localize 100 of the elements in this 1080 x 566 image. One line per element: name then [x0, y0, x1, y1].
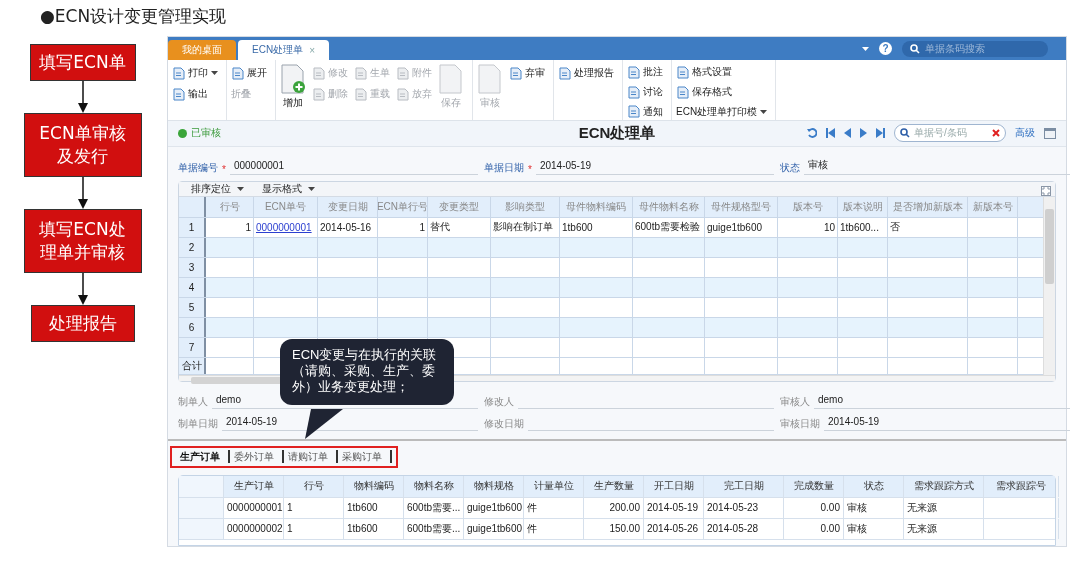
record-link[interactable]: 0000000001 — [256, 221, 312, 233]
input-field[interactable]: demo — [814, 393, 1070, 409]
help-icon[interactable]: ? — [879, 42, 892, 55]
page-icon — [312, 66, 325, 80]
input-field[interactable]: 审核 — [804, 157, 1070, 175]
next-icon[interactable] — [860, 128, 867, 139]
table-cell: 600tb需要... — [407, 521, 461, 536]
column-header[interactable]: 生产数量 — [584, 475, 644, 497]
column-header[interactable]: 开工日期 — [644, 475, 704, 497]
table-cell: 1 — [419, 221, 425, 233]
toolbar-button[interactable]: 批注 — [627, 64, 663, 81]
refresh-icon[interactable] — [807, 128, 817, 139]
order-tab[interactable]: 委外订单 — [230, 450, 284, 464]
flow-step: 处理报告 — [30, 305, 135, 342]
column-header[interactable]: 完工日期 — [704, 475, 784, 497]
toolbar-button[interactable]: 通知 — [627, 103, 663, 120]
caret-icon — [211, 71, 218, 75]
last-page-icon[interactable] — [876, 128, 885, 139]
caret-icon — [760, 109, 768, 114]
column-header[interactable]: 物料规格 — [464, 475, 524, 497]
callout-tooltip: ECN变更与在执行的关联（请购、采购、生产、委外）业务变更处理； — [280, 339, 454, 405]
table-cell: 600tb需要检验 — [635, 220, 701, 235]
column-header[interactable]: 物料编码 — [344, 475, 404, 497]
caret-icon — [237, 186, 244, 191]
toolbar-button[interactable]: 处理报告 — [558, 64, 614, 82]
column-header[interactable]: 生产订单 — [224, 475, 284, 497]
page-icon — [172, 66, 185, 80]
toolbar-button[interactable]: 讨论 — [627, 83, 663, 101]
table-cell: 2014-05-16 — [320, 221, 372, 233]
field-label: 状态 — [780, 160, 800, 175]
table-cell: 0.00 — [820, 523, 840, 535]
flow-step: 填写ECN处理单并审核 — [23, 209, 142, 273]
field-label: 审核日期 — [780, 416, 820, 431]
table-cell: 200.00 — [609, 502, 640, 514]
order-tab[interactable]: 请购订单 — [284, 450, 338, 464]
first-page-icon[interactable] — [826, 128, 835, 139]
arrow-icon — [77, 81, 88, 113]
table-cell: 1tb600 — [347, 523, 378, 535]
slide-title: ●ECN设计变更管理实现 — [39, 5, 228, 28]
table-cell: 件 — [527, 521, 537, 536]
table-cell: 1tb600... — [840, 221, 879, 233]
arrow-icon — [77, 273, 88, 305]
page-icon — [354, 66, 367, 80]
table-cell: 无来源 — [907, 521, 937, 536]
table-cell: 0000000001 — [227, 502, 283, 514]
page-icon — [676, 85, 689, 99]
page-icon — [477, 64, 503, 94]
column-header[interactable]: 需求跟踪号 — [984, 475, 1059, 497]
toolbar-button[interactable]: 展开 — [231, 64, 267, 82]
clear-icon[interactable] — [992, 129, 1000, 138]
table-cell: 10 — [823, 221, 835, 233]
expand-icon[interactable] — [1041, 185, 1051, 196]
window-tab[interactable]: ECN处理单 × — [238, 40, 329, 60]
order-tab[interactable]: 生产订单 — [176, 450, 230, 464]
table-cell: 0000000002 — [227, 523, 283, 535]
table-cell: 件 — [527, 500, 537, 515]
advanced-link[interactable]: 高级 — [1015, 126, 1035, 141]
field-label: 修改人 — [484, 394, 514, 409]
toolbar-button[interactable]: 增加 — [280, 64, 306, 114]
table-cell: 审核 — [847, 500, 867, 515]
scrollbar[interactable] — [1043, 196, 1055, 375]
search-icon — [910, 43, 920, 54]
table-cell: 2014-05-28 — [707, 523, 759, 535]
column-header[interactable]: 需求跟踪方式 — [904, 475, 984, 497]
menu-button[interactable]: 显示格式 — [262, 181, 315, 196]
table-cell: 替代 — [430, 220, 450, 235]
field-label: 制单日期 — [178, 416, 218, 431]
table-cell: 1tb600 — [347, 502, 378, 514]
column-header[interactable]: 计量单位 — [524, 475, 584, 497]
input-field[interactable]: 2014-05-19 — [824, 415, 1070, 431]
page-icon — [627, 105, 640, 119]
menu-button[interactable]: 排序定位 — [191, 181, 244, 196]
field-label: 单据编号 — [178, 160, 218, 175]
toolbar-button[interactable]: 打印 — [172, 64, 218, 82]
toolbar-button[interactable]: ECN处理单打印模 — [676, 103, 768, 120]
column-header[interactable]: 完成数量 — [784, 475, 844, 497]
toolbar-button[interactable]: 弃审 — [509, 64, 545, 82]
table-cell: 无来源 — [907, 500, 937, 515]
input-field[interactable]: 000000001 — [229, 159, 478, 175]
page-icon — [676, 65, 689, 79]
table-cell: 2014-05-19 — [647, 502, 699, 514]
toolbar-button[interactable]: 输出 — [172, 85, 218, 103]
previous-icon[interactable] — [844, 128, 851, 139]
field-label: 制单人 — [178, 394, 208, 409]
toolbar-button[interactable]: 保存格式 — [676, 83, 768, 101]
page-icon — [396, 87, 409, 101]
order-tab[interactable]: 采购订单 — [338, 450, 392, 464]
table-cell: 1 — [287, 502, 293, 514]
input-field[interactable]: 2014-05-19 — [535, 159, 774, 175]
table-cell: 1tb600 — [562, 221, 593, 233]
window-icon[interactable] — [1044, 127, 1056, 139]
page-icon — [312, 87, 325, 101]
column-header[interactable]: 状态 — [844, 475, 904, 497]
column-header[interactable]: 物料名称 — [404, 475, 464, 497]
page-icon — [509, 66, 522, 80]
toolbar-button[interactable]: 格式设置 — [676, 64, 768, 81]
table-cell: guige1tb600 — [467, 523, 523, 535]
column-header[interactable]: 行号 — [284, 475, 344, 497]
table-cell: guige1tb600 — [707, 221, 763, 233]
caret-icon — [862, 46, 869, 51]
